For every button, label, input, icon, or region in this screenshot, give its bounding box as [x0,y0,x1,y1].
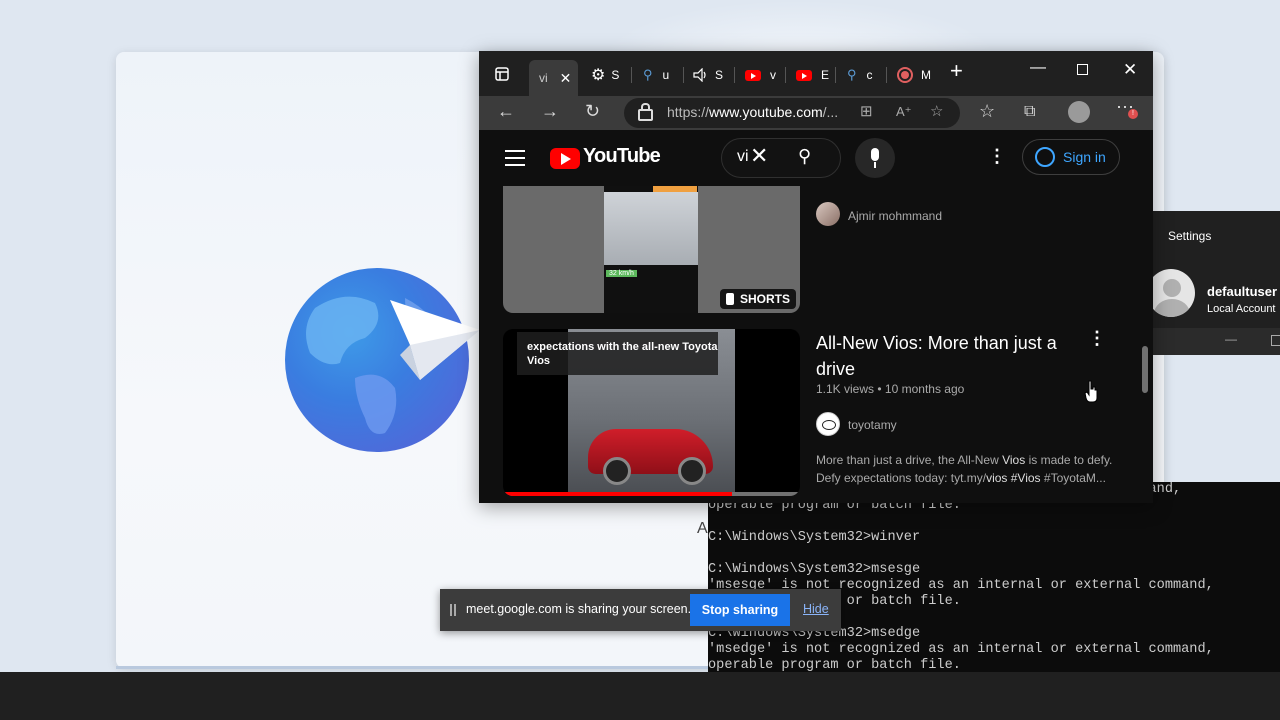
search-icon: ⚲ [847,67,857,82]
shorts-icon [725,293,734,305]
maximize-icon[interactable] [1271,335,1280,346]
tab-search-1[interactable]: ⚲ u [643,61,669,89]
video-more-icon[interactable]: ⋮ [1088,328,1106,349]
forward-icon[interactable]: → [541,101,559,122]
refresh-icon[interactable]: ↻ [585,101,600,122]
channel-name[interactable]: toyotamy [848,418,897,432]
tab-youtube-3[interactable]: E [796,61,829,89]
tab-actions-icon[interactable] [495,67,509,81]
settings-window[interactable]: Settings defaultuser Local Account — [1153,211,1280,355]
youtube-logo-icon[interactable] [550,148,580,169]
tab-audio[interactable]: S [693,61,723,89]
speed-label: 32 km/h [606,270,637,277]
menu-icon[interactable] [505,150,525,171]
search-icon[interactable]: ⚲ [798,146,811,167]
video-meta: 1.1K views • 10 months ago [816,382,965,396]
channel-name[interactable]: Ajmir mohmmand [848,209,942,223]
command-prompt-window[interactable]: ommand, operable program or batch file. … [708,482,1280,672]
search-input[interactable]: vi ✕ ⚲ [721,138,841,178]
back-icon[interactable]: ← [497,101,515,122]
youtube-header: YouTube vi ✕ ⚲ ⋮ Sign in [479,130,1153,186]
profile-avatar[interactable] [1068,101,1090,123]
edge-browser-window[interactable]: vi ✕ ⚙ S ⚲ u S v E ⚲ c M + — ✕ ← → ↻ htt… [479,51,1153,503]
sign-in-button[interactable]: Sign in [1022,139,1120,175]
tab-meet[interactable]: M [897,61,931,89]
gear-icon: ⚙ [591,67,606,84]
close-window-icon[interactable]: ✕ [1123,60,1137,80]
share-message: meet.google.com is sharing your screen. [466,602,692,616]
youtube-icon [796,69,812,81]
video-thumbnail[interactable]: expectations with the all-new Toyota Vio… [503,329,800,496]
hand-cursor-icon [1084,380,1098,403]
record-icon [897,67,913,83]
account-type: Local Account [1207,303,1276,315]
channel-avatar[interactable] [816,412,840,436]
user-name: defaultuser [1207,284,1278,299]
tab-search-2[interactable]: ⚲ c [847,61,873,89]
close-tab-icon[interactable]: ✕ [560,70,572,87]
account-icon [1035,147,1055,167]
scrollbar-thumb[interactable] [1142,346,1148,393]
paper-plane-icon [390,300,480,380]
browser-toolbar: ← → ↻ https://www.youtube.com/... ⊞ A⁺ ☆… [479,96,1153,130]
address-bar[interactable]: https://www.youtube.com/... ⊞ A⁺ ☆ [624,98,960,128]
youtube-logo-text[interactable]: YouTube [583,145,661,168]
watch-progress-bar [503,492,732,496]
settings-title: Settings [1168,229,1212,243]
drag-handle-icon[interactable] [450,604,456,616]
stop-sharing-button[interactable]: Stop sharing [690,594,790,626]
terminal-output: ommand, operable program or batch file. … [708,482,1214,672]
favorite-add-icon[interactable]: ☆ [930,102,943,120]
notification-badge: ! [1128,109,1138,119]
settings-more-icon[interactable]: ⋮ [988,146,1006,167]
search-icon: ⚲ [643,67,653,82]
collections-icon[interactable]: ⧉ [1024,103,1035,121]
app-available-icon[interactable]: ⊞ [860,102,873,120]
tab-bar: vi ✕ ⚙ S ⚲ u S v E ⚲ c M + — ✕ [479,51,1153,96]
video-thumbnail-shorts[interactable]: 32 km/h SHORTS [503,186,800,313]
read-aloud-icon[interactable]: A⁺ [896,104,912,120]
youtube-icon [745,69,761,81]
tab-settings[interactable]: ⚙ S [591,61,619,89]
panel-bottom-line [116,666,716,669]
speaker-icon [693,68,706,82]
toyota-logo-icon [822,420,836,430]
minimize-icon[interactable]: — [1030,59,1046,77]
video-title[interactable]: All-New Vios: More than just a drive [816,330,1076,382]
thumbnail-caption: expectations with the all-new Toyota Vio… [517,332,718,375]
favorites-icon[interactable]: ☆ [979,101,995,122]
minimize-icon[interactable]: — [1225,332,1237,346]
maximize-icon[interactable] [1077,64,1088,75]
channel-avatar[interactable] [816,202,840,226]
hide-link[interactable]: Hide [803,602,829,616]
stray-text: A [697,520,708,537]
voice-search-icon[interactable] [855,138,895,178]
shorts-badge: SHORTS [719,289,796,309]
user-avatar [1153,269,1195,317]
video-description: More than just a drive, the All-New Vios… [816,453,1113,485]
tab-youtube-active[interactable]: vi ✕ [529,60,578,96]
lock-icon [638,103,653,121]
settings-titlebar-strip [1153,328,1280,355]
screen-share-bar: meet.google.com is sharing your screen. … [440,589,841,631]
tab-youtube-2[interactable]: v [745,61,776,89]
new-tab-icon[interactable]: + [950,58,963,84]
search-query: vi [737,148,749,165]
taskbar [0,672,1280,720]
address-url: https://www.youtube.com/... [667,104,839,120]
clear-search-icon[interactable]: ✕ [750,143,768,169]
